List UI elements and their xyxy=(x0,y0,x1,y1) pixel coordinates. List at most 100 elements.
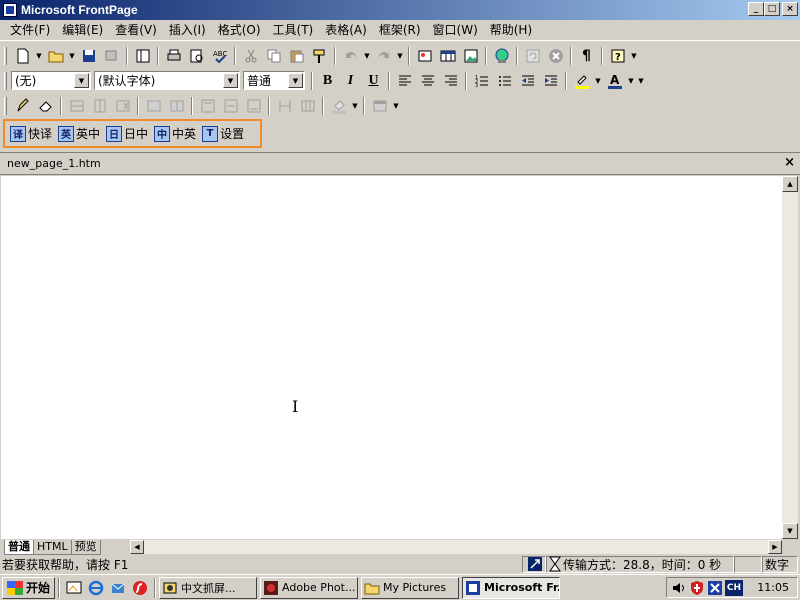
network-icon[interactable] xyxy=(707,580,723,596)
align-top-button[interactable] xyxy=(196,95,219,117)
draw-table-button[interactable] xyxy=(11,95,34,117)
undo-dropdown-arrow[interactable]: ▼ xyxy=(362,45,372,67)
task-button-my-pictures[interactable]: My Pictures xyxy=(361,576,460,599)
scroll-left-icon[interactable]: ◀ xyxy=(130,540,144,554)
align-bottom-button[interactable] xyxy=(242,95,265,117)
font-size-dropdown[interactable]: 普通 ▼ xyxy=(243,71,305,90)
tab-preview[interactable]: 预览 xyxy=(70,539,101,555)
chevron-down-icon[interactable]: ▼ xyxy=(288,73,303,88)
toolbar-grip[interactable] xyxy=(4,71,7,90)
horizontal-scrollbar[interactable]: ◀ ▶ xyxy=(130,540,782,554)
menu-window[interactable]: 窗口(W) xyxy=(427,20,484,40)
publish-button[interactable] xyxy=(100,45,123,67)
antivirus-shield-icon[interactable] xyxy=(689,580,705,596)
title-bar[interactable]: Microsoft FrontPage _ □ × xyxy=(0,0,800,20)
show-desktop-icon[interactable] xyxy=(65,579,83,597)
stop-button[interactable] xyxy=(544,45,567,67)
distribute-columns-button[interactable] xyxy=(296,95,319,117)
tab-normal[interactable]: 普通 xyxy=(4,539,34,555)
japanese-to-chinese-button[interactable]: 日 日中 xyxy=(106,125,148,142)
internet-explorer-icon[interactable] xyxy=(87,579,105,597)
save-button[interactable] xyxy=(77,45,100,67)
menu-table[interactable]: 表格(A) xyxy=(319,20,373,40)
redo-button[interactable] xyxy=(372,45,395,67)
hyperlink-button[interactable] xyxy=(490,45,513,67)
chevron-down-icon[interactable]: ▼ xyxy=(74,73,89,88)
menu-tools[interactable]: 工具(T) xyxy=(267,20,320,40)
chevron-down-icon[interactable]: ▼ xyxy=(223,73,238,88)
highlight-dropdown-arrow[interactable]: ▼ xyxy=(593,70,603,92)
eraser-button[interactable] xyxy=(34,95,57,117)
insert-table-button[interactable] xyxy=(436,45,459,67)
font-color-dropdown-arrow[interactable]: ▼ xyxy=(626,70,636,92)
style-dropdown[interactable]: (无) ▼ xyxy=(11,71,91,90)
align-left-button[interactable] xyxy=(393,70,416,92)
task-button-screen-capture[interactable]: 中文抓屏... xyxy=(159,576,258,599)
toolbar-options-arrow[interactable]: ▼ xyxy=(391,95,401,117)
decrease-indent-button[interactable] xyxy=(516,70,539,92)
fill-color-dropdown-arrow[interactable]: ▼ xyxy=(350,95,360,117)
menu-help[interactable]: 帮助(H) xyxy=(484,20,538,40)
underline-button[interactable]: U xyxy=(362,70,385,92)
language-indicator[interactable]: CH xyxy=(725,579,743,596)
insert-component-button[interactable] xyxy=(413,45,436,67)
page-editor[interactable]: I xyxy=(1,176,782,539)
menu-frames[interactable]: 框架(R) xyxy=(373,20,427,40)
font-dropdown[interactable]: (默认字体) ▼ xyxy=(94,71,240,90)
maximize-button[interactable]: □ xyxy=(764,2,780,16)
close-window-button[interactable]: × xyxy=(782,2,798,16)
menu-view[interactable]: 查看(V) xyxy=(109,20,163,40)
tab-html[interactable]: HTML xyxy=(33,539,72,555)
quick-translate-button[interactable]: 译 快译 xyxy=(10,125,52,142)
fill-color-button[interactable] xyxy=(327,95,350,117)
menu-edit[interactable]: 编辑(E) xyxy=(56,20,109,40)
spelling-button[interactable]: ABC xyxy=(208,45,231,67)
toolbar-options-arrow[interactable]: ▼ xyxy=(636,70,646,92)
table-autoformat-button[interactable] xyxy=(368,95,391,117)
insert-picture-button[interactable] xyxy=(459,45,482,67)
task-button-photoshop[interactable]: Adobe Phot... xyxy=(260,576,359,599)
minimize-button[interactable]: _ xyxy=(748,2,764,16)
distribute-rows-button[interactable] xyxy=(273,95,296,117)
scroll-down-icon[interactable]: ▼ xyxy=(782,523,798,539)
task-button-frontpage[interactable]: Microsoft Fr... xyxy=(462,576,561,599)
undo-button[interactable] xyxy=(339,45,362,67)
split-cells-button[interactable] xyxy=(165,95,188,117)
clock[interactable]: 11:05 xyxy=(757,581,789,594)
show-all-button[interactable]: ¶ xyxy=(575,45,598,67)
refresh-button[interactable] xyxy=(521,45,544,67)
vertical-scrollbar[interactable]: ▲ ▼ xyxy=(782,176,798,539)
volume-icon[interactable] xyxy=(671,580,687,596)
delete-cells-button[interactable] xyxy=(111,95,134,117)
open-button[interactable] xyxy=(44,45,67,67)
highlight-button[interactable] xyxy=(570,70,593,92)
new-page-button[interactable] xyxy=(11,45,34,67)
english-to-chinese-button[interactable]: 英 英中 xyxy=(58,125,100,142)
font-color-button[interactable]: A xyxy=(603,70,626,92)
align-right-button[interactable] xyxy=(439,70,462,92)
toolbar-grip[interactable] xyxy=(4,96,7,115)
insert-rows-button[interactable] xyxy=(65,95,88,117)
chinese-to-english-button[interactable]: 中 中英 xyxy=(154,125,196,142)
copy-button[interactable] xyxy=(262,45,285,67)
numbering-button[interactable]: 123 xyxy=(470,70,493,92)
close-document-icon[interactable]: × xyxy=(784,155,795,170)
bullets-button[interactable] xyxy=(493,70,516,92)
cut-button[interactable] xyxy=(239,45,262,67)
start-button[interactable]: 开始 xyxy=(2,576,56,599)
scroll-up-icon[interactable]: ▲ xyxy=(782,176,798,192)
paste-button[interactable] xyxy=(285,45,308,67)
italic-button[interactable]: I xyxy=(339,70,362,92)
menu-format[interactable]: 格式(O) xyxy=(212,20,267,40)
toolbar-options-arrow[interactable]: ▼ xyxy=(629,45,639,67)
new-dropdown-arrow[interactable]: ▼ xyxy=(34,45,44,67)
help-button[interactable]: ? xyxy=(606,45,629,67)
preview-in-browser-button[interactable] xyxy=(185,45,208,67)
merge-cells-button[interactable] xyxy=(142,95,165,117)
increase-indent-button[interactable] xyxy=(539,70,562,92)
frontpage-app-icon[interactable] xyxy=(3,3,17,17)
document-tab[interactable]: new_page_1.htm xyxy=(7,157,101,170)
format-painter-button[interactable] xyxy=(308,45,331,67)
center-vertically-button[interactable] xyxy=(219,95,242,117)
folder-list-button[interactable] xyxy=(131,45,154,67)
